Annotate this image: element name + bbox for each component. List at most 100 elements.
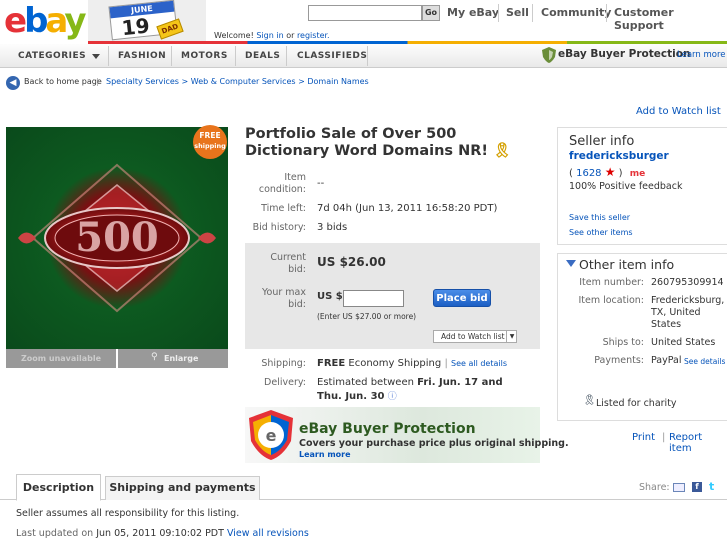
- shipping-value: FREE Economy Shipping | See all details: [317, 357, 507, 371]
- item-number-label: Item number:: [579, 277, 644, 288]
- listed-for-charity: Listed for charity: [596, 398, 677, 409]
- shipping-label: Shipping:: [261, 358, 306, 369]
- delivery-value: Estimated between Fri. Jun. 17 and Thu. …: [317, 376, 527, 404]
- zoom-unavailable: Zoom unavailable: [20, 354, 102, 363]
- item-location-label: Item location:: [578, 295, 644, 306]
- magnifier-icon[interactable]: ⚲: [151, 352, 158, 362]
- star-icon: ★: [604, 165, 616, 179]
- community-link[interactable]: Community: [541, 6, 611, 19]
- bid-history-label: Bid history:: [252, 222, 306, 233]
- ships-to-value: United States: [651, 337, 716, 348]
- info-icon[interactable]: ⓘ: [388, 392, 397, 402]
- seller-info-box: Seller info fredericksburger ( 1628 ★ ) …: [557, 127, 727, 245]
- positive-feedback: 100% Positive feedback: [569, 181, 683, 192]
- max-bid-input[interactable]: [343, 290, 404, 307]
- welcome-prefix: Welcome!: [214, 31, 254, 40]
- save-seller-link[interactable]: Save this seller: [569, 213, 630, 222]
- search-button[interactable]: Go: [422, 5, 440, 21]
- place-bid-button[interactable]: Place bid: [433, 289, 491, 307]
- email-icon[interactable]: [673, 483, 685, 492]
- breadcrumb-path[interactable]: Specialty Services > Web & Computer Serv…: [106, 77, 369, 86]
- see-other-items-link[interactable]: See other items: [569, 228, 633, 237]
- payments-details-link[interactable]: See details: [684, 356, 725, 368]
- free-shipping-badge: FREE shipping: [193, 125, 227, 159]
- facebook-icon[interactable]: f: [692, 482, 702, 492]
- tab-shipping-and-payments[interactable]: Shipping and payments: [105, 476, 260, 500]
- sell-link[interactable]: Sell: [506, 6, 529, 19]
- ebay-logo[interactable]: ebay: [4, 3, 88, 39]
- my-ebay-link[interactable]: My eBay: [447, 6, 499, 19]
- payments-value: PayPal: [651, 355, 682, 366]
- tab-bar: Description Shipping and payments Share:…: [0, 474, 727, 501]
- shipping-free: FREE: [317, 358, 346, 369]
- register-link[interactable]: register.: [297, 31, 330, 40]
- shipping-details-link[interactable]: See all details: [451, 359, 507, 368]
- shipping-method: Economy Shipping: [348, 358, 442, 369]
- condition-value: --: [317, 178, 325, 189]
- search-input[interactable]: [308, 5, 422, 21]
- divider: |: [662, 432, 666, 443]
- bid-history-link[interactable]: 3 bids: [317, 221, 347, 235]
- chevron-down-icon[interactable]: ▼: [506, 331, 517, 342]
- buyer-protection-label: eBay Buyer Protection: [558, 48, 691, 60]
- time-left-value: 7d 04h (Jun 13, 2011 16:58:20 PDT): [317, 203, 498, 214]
- add-to-watch-list-button[interactable]: Add to Watch list ▼: [433, 330, 517, 343]
- logo-e: e: [4, 1, 27, 41]
- banner-learn-more[interactable]: Learn more: [299, 450, 351, 459]
- max-bid-hint: (Enter US $27.00 or more): [317, 312, 417, 321]
- tab-description[interactable]: Description: [16, 474, 101, 501]
- svg-text:e: e: [266, 426, 277, 445]
- twitter-icon[interactable]: t: [709, 480, 714, 493]
- max-bid-label: Your max bid:: [262, 287, 306, 310]
- delivery-prefix: Estimated between: [317, 377, 414, 388]
- chevron-down-icon[interactable]: [92, 54, 100, 59]
- logo-a: a: [45, 1, 67, 41]
- current-bid-value: US $26.00: [317, 255, 386, 269]
- divider: [108, 46, 109, 66]
- free-badge-line1: FREE: [199, 131, 221, 140]
- nav-fashion[interactable]: FASHION: [118, 44, 166, 68]
- charity-ribbon-icon: 🎗: [493, 143, 512, 159]
- chevron-down-icon[interactable]: [566, 260, 576, 267]
- back-to-home-link[interactable]: Back to home page: [24, 77, 102, 86]
- buyer-protection-learn-more[interactable]: Learn more: [677, 50, 725, 60]
- divider: [171, 46, 172, 66]
- condition-label: Item condition:: [258, 172, 306, 195]
- updated-date: Jun 05, 2011 09:10:02 PDT: [96, 528, 224, 539]
- divider: [606, 4, 607, 22]
- breadcrumb-divider: |: [96, 77, 99, 86]
- view-revisions-link[interactable]: View all revisions: [227, 528, 309, 539]
- nav-deals[interactable]: DEALS: [245, 44, 280, 68]
- nav-motors[interactable]: MOTORS: [181, 44, 228, 68]
- customer-support-link[interactable]: Customer Support: [614, 6, 727, 32]
- nav-categories[interactable]: CATEGORIES: [18, 44, 86, 68]
- back-arrow-icon[interactable]: ◀: [6, 76, 20, 90]
- image-toolbar: Zoom unavailable ⚲ Enlarge: [6, 349, 228, 368]
- report-item-link[interactable]: Report item: [669, 432, 727, 454]
- free-badge-line2: shipping: [194, 142, 226, 150]
- add-watch-label: Add to Watch list: [441, 332, 505, 341]
- add-to-watch-list-link[interactable]: Add to Watch list: [636, 106, 721, 117]
- divider: [116, 349, 118, 368]
- current-bid-label: Current bid:: [270, 252, 306, 275]
- seller-name-link[interactable]: fredericksburger: [569, 150, 669, 162]
- feedback-score-link[interactable]: 1628: [576, 168, 601, 179]
- sign-in-link[interactable]: Sign in: [256, 31, 283, 40]
- buyer-protection-banner[interactable]: e eBay Buyer Protection Covers your purc…: [245, 407, 569, 463]
- print-link[interactable]: Print: [632, 432, 655, 443]
- updated-prefix: Last updated on: [16, 528, 94, 539]
- nav-classifieds[interactable]: CLASSIFIEDS: [297, 44, 367, 68]
- max-bid-prefix: US $: [317, 291, 343, 302]
- me-icon[interactable]: me: [630, 169, 645, 179]
- logo-b: b: [24, 1, 48, 41]
- divider: [286, 46, 287, 66]
- item-image: 500: [6, 127, 228, 349]
- divider: [498, 4, 499, 22]
- seller-heading: Seller info: [569, 134, 635, 149]
- divider: [532, 4, 533, 22]
- other-item-info-box: Other item info Item number: 26079530991…: [557, 253, 727, 421]
- enlarge-button[interactable]: Enlarge: [164, 349, 198, 368]
- item-number-value: 260795309914: [651, 277, 724, 288]
- fathers-day-doodle[interactable]: JUNE 19 DAD: [88, 0, 206, 42]
- divider: [367, 46, 368, 66]
